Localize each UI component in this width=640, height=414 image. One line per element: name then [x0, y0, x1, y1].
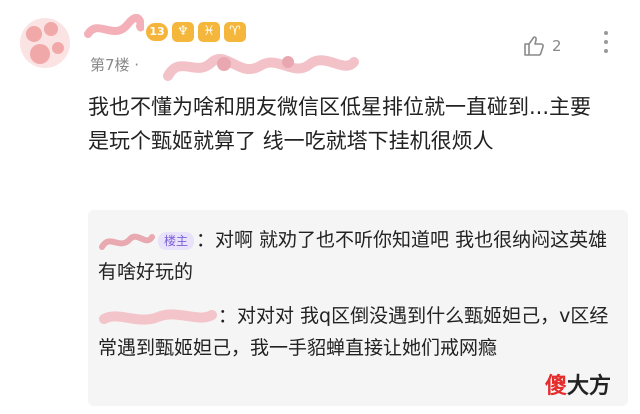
reply-username-redacted	[99, 308, 217, 325]
redaction-scribble	[163, 54, 359, 81]
floor-number: 第7楼 ·	[90, 56, 140, 74]
neptune-badge-icon: ♆	[172, 22, 194, 42]
comment-text: 我也不懂为啥和朋友微信区低星排位就一直碰到...主要是玩个甄姬就算了 线一吃就塔…	[88, 95, 592, 153]
aries-badge-icon: ♈	[224, 22, 246, 42]
pisces-badge-icon: ♓	[198, 22, 220, 42]
username-redacted[interactable]	[84, 14, 144, 44]
reply-item[interactable]: 楼主 ：对啊 就劝了也不听你知道吧 我也很纳闷这英雄有啥好玩的	[98, 224, 608, 288]
reply-username-redacted	[99, 233, 155, 250]
reply-item[interactable]: ：对对对 我q区倒没遇到什么甄姬妲己，v区经常遇到甄姬妲己，我一手貂蝉直接让她们…	[98, 300, 618, 364]
user-badges: 13 ♆ ♓ ♈	[146, 22, 246, 42]
watermark: 傻大方	[545, 374, 612, 399]
level-badge: 13	[146, 23, 168, 41]
thumbs-up-icon	[524, 36, 544, 56]
like-button[interactable]: 2	[522, 34, 562, 58]
more-options-icon[interactable]	[603, 31, 609, 55]
avatar[interactable]	[20, 18, 70, 68]
op-badge: 楼主	[158, 231, 195, 250]
like-count: 2	[552, 37, 562, 55]
